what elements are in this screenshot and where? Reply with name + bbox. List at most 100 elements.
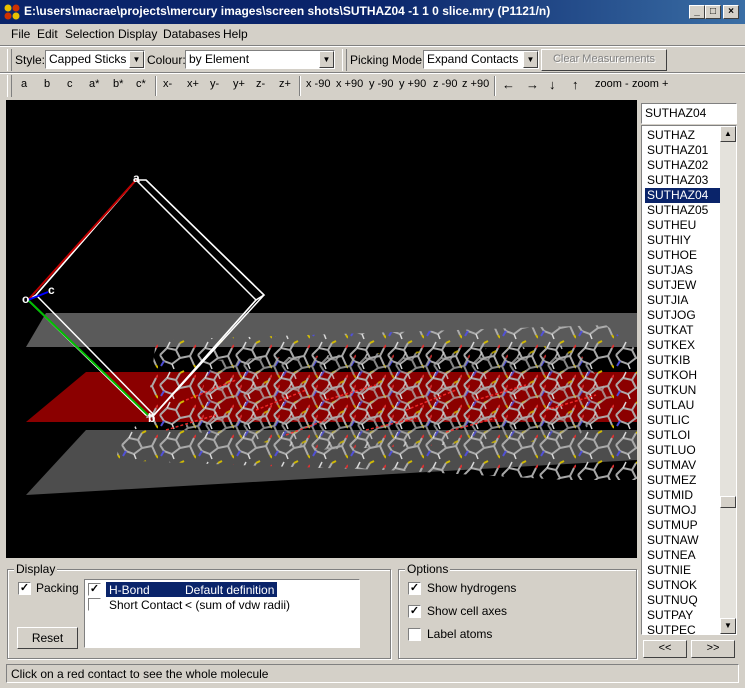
view-b-star-button[interactable]: b* [113, 78, 123, 90]
list-item[interactable]: SUTLUO [645, 443, 723, 458]
clear-measurements-button[interactable]: Clear Measurements [541, 49, 667, 71]
list-item[interactable]: SUTHAZ05 [645, 203, 723, 218]
chevron-down-icon[interactable]: ▼ [129, 51, 144, 68]
arrow-down-icon[interactable]: ↓ [549, 77, 556, 92]
menu-selection[interactable]: Selection [65, 27, 114, 41]
list-item[interactable]: SUTHAZ03 [645, 173, 723, 188]
view-c-star-button[interactable]: c* [136, 78, 146, 90]
menu-display[interactable]: Display [118, 27, 157, 41]
list-item[interactable]: SUTJEW [645, 278, 723, 293]
rotate-y-plus90-button[interactable]: y +90 [399, 78, 426, 90]
list-item[interactable]: SUTJOG [645, 308, 723, 323]
list-item[interactable]: SUTHAZ04 [645, 188, 723, 203]
list-item[interactable]: SUTLAU [645, 398, 723, 413]
list-item[interactable]: SUTKIB [645, 353, 723, 368]
y-plus-button[interactable]: y+ [233, 78, 245, 90]
list-item[interactable]: SUTNEA [645, 548, 723, 563]
arrow-left-icon[interactable]: ← [502, 77, 515, 92]
list-item[interactable]: SUTLOI [645, 428, 723, 443]
chevron-down-icon[interactable]: ▼ [523, 51, 538, 68]
x-minus-button[interactable]: x- [163, 78, 172, 90]
view-a-button[interactable]: a [21, 78, 27, 90]
toolbar-grip[interactable] [7, 49, 12, 71]
x-plus-button[interactable]: x+ [187, 78, 199, 90]
list-item[interactable]: SUTPEC [645, 623, 723, 634]
list-item[interactable]: SUTHAZ [645, 128, 723, 143]
z-minus-button[interactable]: z- [256, 78, 265, 90]
short-contact-checkbox[interactable] [88, 598, 101, 611]
show-hydrogens-checkbox[interactable]: ✓ [408, 582, 421, 595]
molecules [116, 325, 637, 480]
hbond-definition: Default definition [185, 583, 275, 597]
close-button[interactable]: × [723, 5, 739, 19]
list-scrollbar[interactable]: ▲ ▼ [720, 126, 736, 634]
list-item[interactable]: SUTMUP [645, 518, 723, 533]
next-structure-button[interactable]: >> [691, 640, 735, 658]
scroll-thumb[interactable] [720, 496, 736, 508]
list-item[interactable]: SUTPAY [645, 608, 723, 623]
packing-checkbox[interactable]: ✓ [18, 582, 31, 595]
previous-structure-button[interactable]: << [643, 640, 687, 658]
y-minus-button[interactable]: y- [210, 78, 219, 90]
list-item[interactable]: SUTJAS [645, 263, 723, 278]
a-axis [27, 179, 137, 301]
z-plus-button[interactable]: z+ [279, 78, 291, 90]
menu-databases[interactable]: Databases [163, 27, 220, 41]
minimize-button[interactable]: _ [689, 5, 705, 19]
list-item[interactable]: SUTMOJ [645, 503, 723, 518]
list-item[interactable]: SUTMID [645, 488, 723, 503]
view-b-button[interactable]: b [44, 78, 50, 90]
contacts-list[interactable]: ✓ H-Bond Default definition Short Contac… [84, 579, 360, 648]
maximize-button[interactable]: □ [705, 5, 721, 19]
list-item[interactable]: SUTHAZ01 [645, 143, 723, 158]
zoom-in-button[interactable]: zoom + [632, 78, 668, 90]
list-item[interactable]: SUTKAT [645, 323, 723, 338]
list-item[interactable]: SUTHIY [645, 233, 723, 248]
rotate-x-minus90-button[interactable]: x -90 [306, 78, 330, 90]
list-item[interactable]: SUTNOK [645, 578, 723, 593]
toolbar-grip[interactable] [7, 75, 12, 97]
list-item[interactable]: SUTKUN [645, 383, 723, 398]
rotate-z-plus90-button[interactable]: z +90 [462, 78, 489, 90]
crystal-structure-render[interactable]: a o c b [6, 100, 637, 558]
structure-viewport[interactable]: a o c b [6, 100, 637, 558]
scroll-down-icon[interactable]: ▼ [720, 618, 736, 634]
colour-dropdown[interactable]: by Element ▼ [185, 50, 335, 69]
list-item[interactable]: SUTNUQ [645, 593, 723, 608]
list-item[interactable]: SUTMAV [645, 458, 723, 473]
picking-mode-label: Picking Mode: [350, 53, 426, 67]
chevron-down-icon[interactable]: ▼ [319, 51, 334, 68]
list-item[interactable]: SUTMEZ [645, 473, 723, 488]
scroll-up-icon[interactable]: ▲ [720, 126, 736, 142]
list-item[interactable]: SUTHEU [645, 218, 723, 233]
style-dropdown[interactable]: Capped Sticks ▼ [45, 50, 145, 69]
arrow-right-icon[interactable]: → [526, 77, 539, 92]
list-item[interactable]: SUTNIE [645, 563, 723, 578]
label-atoms-checkbox[interactable] [408, 628, 421, 641]
menu-edit[interactable]: Edit [37, 27, 58, 41]
list-item[interactable]: SUTHAZ02 [645, 158, 723, 173]
refcode-search-input[interactable]: SUTHAZ04 [641, 103, 737, 124]
picking-mode-dropdown[interactable]: Expand Contacts ▼ [423, 50, 539, 69]
toolbar-grip[interactable] [342, 49, 347, 71]
rotate-z-minus90-button[interactable]: z -90 [433, 78, 457, 90]
show-cell-axes-checkbox[interactable]: ✓ [408, 605, 421, 618]
view-a-star-button[interactable]: a* [89, 78, 99, 90]
list-item[interactable]: SUTKEX [645, 338, 723, 353]
axis-label-a: a [133, 171, 140, 185]
list-item[interactable]: SUTHOE [645, 248, 723, 263]
view-c-button[interactable]: c [67, 78, 73, 90]
list-item[interactable]: SUTNAW [645, 533, 723, 548]
zoom-out-button[interactable]: zoom - [595, 78, 629, 90]
rotate-x-plus90-button[interactable]: x +90 [336, 78, 363, 90]
list-item[interactable]: SUTKOH [645, 368, 723, 383]
list-item[interactable]: SUTJIA [645, 293, 723, 308]
menu-file[interactable]: File [11, 27, 30, 41]
hbond-checkbox[interactable]: ✓ [88, 583, 101, 596]
reset-button[interactable]: Reset [17, 627, 78, 649]
short-contact-definition: < (sum of vdw radii) [185, 598, 291, 612]
arrow-up-icon[interactable]: ↑ [572, 77, 579, 92]
menu-help[interactable]: Help [223, 27, 248, 41]
list-item[interactable]: SUTLIC [645, 413, 723, 428]
rotate-y-minus90-button[interactable]: y -90 [369, 78, 393, 90]
